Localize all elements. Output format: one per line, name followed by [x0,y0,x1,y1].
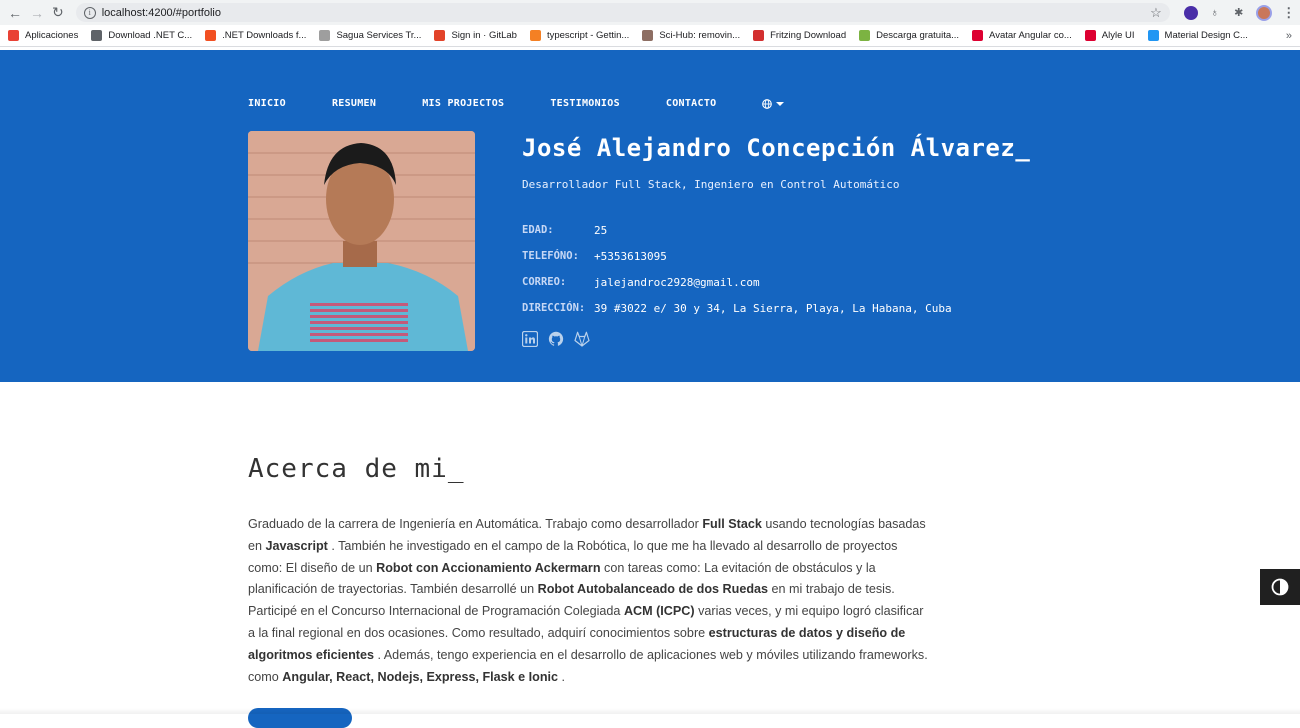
main-nav: INICIO RESUMEN MIS PROJECTOS TESTIMONIOS CON… [248,98,784,109]
detail-value: +5353613095 [594,250,667,263]
bookmark-favicon-icon [859,30,870,41]
github-icon[interactable] [548,331,564,347]
bookmark-label: Download .NET C... [108,30,192,41]
bottom-fade [0,708,1300,714]
detail-row: EDAD:25 [522,217,1030,243]
profile-avatar[interactable] [1256,5,1272,21]
bookmark-item[interactable]: Avatar Angular co... [972,30,1072,41]
bookmark-favicon-icon [319,30,330,41]
detail-value: jalejandroc2928@gmail.com [594,276,760,289]
bookmark-item[interactable]: Download .NET C... [91,30,192,41]
gitlab-icon[interactable] [574,331,590,347]
profile-details: EDAD:25TELEFÓNO:+5353613095CORREO:jaleja… [522,217,1030,321]
bookmark-favicon-icon [972,30,983,41]
bookmark-item[interactable]: Sagua Services Tr... [319,30,421,41]
bookmark-label: Descarga gratuita... [876,30,959,41]
social-links [522,331,1030,347]
bookmark-item[interactable]: typescript - Gettin... [530,30,629,41]
about-highlight: Javascript [266,539,328,553]
detail-key: DIRECCIÓN: [522,302,594,314]
reload-button[interactable]: ↻ [52,4,64,22]
bookmark-label: .NET Downloads f... [222,30,306,41]
about-highlight: ACM (ICPC) [624,604,695,618]
bookmark-favicon-icon [434,30,445,41]
bookmark-item[interactable]: .NET Downloads f... [205,30,306,41]
nav-link-testimonios[interactable]: TESTIMONIOS [550,98,620,109]
caret-down-icon [776,101,784,107]
detail-key: TELEFÓNO: [522,250,594,262]
bookmark-favicon-icon [91,30,102,41]
hero-section: INICIO RESUMEN MIS PROJECTOS TESTIMONIOS CON… [0,50,1300,382]
about-highlight: Angular, React, Nodejs, Express, Flask e… [282,670,558,684]
profile-name: José Alejandro Concepción Álvarez_ [522,134,1030,162]
bookmark-label: Avatar Angular co... [989,30,1072,41]
forward-button[interactable]: → [30,4,44,22]
bookmark-favicon-icon [205,30,216,41]
bookmark-favicon-icon [8,30,19,41]
linkedin-icon[interactable] [522,331,538,347]
extension-icon[interactable]: ♁ [1208,6,1222,20]
bookmark-item[interactable]: Descarga gratuita... [859,30,959,41]
detail-row: CORREO:jalejandroc2928@gmail.com [522,269,1030,295]
puzzle-icon[interactable]: ✱ [1232,6,1246,20]
bookmark-label: Sagua Services Tr... [336,30,421,41]
browser-toolbar: ← → ↻ i localhost:4200/#portfolio ☆ ♁ ✱ … [0,0,1300,25]
about-highlight: Robot con Accionamiento Ackermarn [376,561,600,575]
profile-photo [248,131,475,351]
bookmark-item[interactable]: Aplicaciones [8,30,78,41]
bookmark-item[interactable]: Material Design C... [1148,30,1248,41]
address-bar[interactable]: i localhost:4200/#portfolio ☆ [76,3,1170,22]
url-text: localhost:4200/#portfolio [102,7,1150,19]
detail-row: DIRECCIÓN:39 #3022 e/ 30 y 34, La Sierra… [522,295,1030,321]
bookmark-label: Sci-Hub: removin... [659,30,740,41]
bookmark-item[interactable]: Fritzing Download [753,30,846,41]
bookmark-favicon-icon [530,30,541,41]
bookmark-label: Fritzing Download [770,30,846,41]
about-text-segment: Graduado de la carrera de Ingeniería en … [248,517,702,531]
detail-value: 39 #3022 e/ 30 y 34, La Sierra, Playa, L… [594,302,952,315]
detail-key: CORREO: [522,276,594,288]
bookmark-favicon-icon [1085,30,1096,41]
bookmark-item[interactable]: Sign in · GitLab [434,30,516,41]
profile-info: José Alejandro Concepción Álvarez_ Desar… [522,134,1030,347]
bookmark-label: Alyle UI [1102,30,1135,41]
detail-value: 25 [594,224,607,237]
about-highlight: Robot Autobalanceado de dos Ruedas [538,582,768,596]
about-section: Acerca de mi_ Graduado de la carrera de … [248,454,928,688]
kebab-menu-icon[interactable]: ⋮ [1282,6,1296,20]
about-paragraph: Graduado de la carrera de Ingeniería en … [248,514,928,688]
globe-icon [762,99,772,109]
bookmark-label: Aplicaciones [25,30,78,41]
nav-link-inicio[interactable]: INICIO [248,98,286,109]
bookmark-star-icon[interactable]: ☆ [1150,5,1162,21]
bookmark-favicon-icon [1148,30,1159,41]
nav-link-resumen[interactable]: RESUMEN [332,98,376,109]
bookmark-favicon-icon [642,30,653,41]
bookmark-favicon-icon [753,30,764,41]
theme-toggle-button[interactable] [1260,569,1300,605]
bookmark-label: Sign in · GitLab [451,30,516,41]
bookmarks-bar: Aplicaciones Download .NET C... .NET Downl… [0,25,1300,47]
profile-subtitle: Desarrollador Full Stack, Ingeniero en C… [522,178,1030,191]
language-selector[interactable] [762,99,784,109]
about-highlight: Full Stack [702,517,762,531]
detail-row: TELEFÓNO:+5353613095 [522,243,1030,269]
contrast-icon [1271,578,1289,596]
bookmark-label: Material Design C... [1165,30,1248,41]
back-button[interactable]: ← [8,4,22,22]
about-title: Acerca de mi_ [248,454,928,484]
nav-link-mis-projectos[interactable]: MIS PROJECTOS [422,98,504,109]
site-info-icon[interactable]: i [84,7,96,19]
extension-icon[interactable] [1184,6,1198,20]
detail-key: EDAD: [522,224,594,236]
bookmark-item[interactable]: Alyle UI [1085,30,1135,41]
bookmarks-more-button[interactable]: » [1286,30,1292,42]
about-text-segment: . [558,670,565,684]
bookmark-label: typescript - Gettin... [547,30,629,41]
bookmark-item[interactable]: Sci-Hub: removin... [642,30,740,41]
nav-link-contacto[interactable]: CONTACTO [666,98,717,109]
